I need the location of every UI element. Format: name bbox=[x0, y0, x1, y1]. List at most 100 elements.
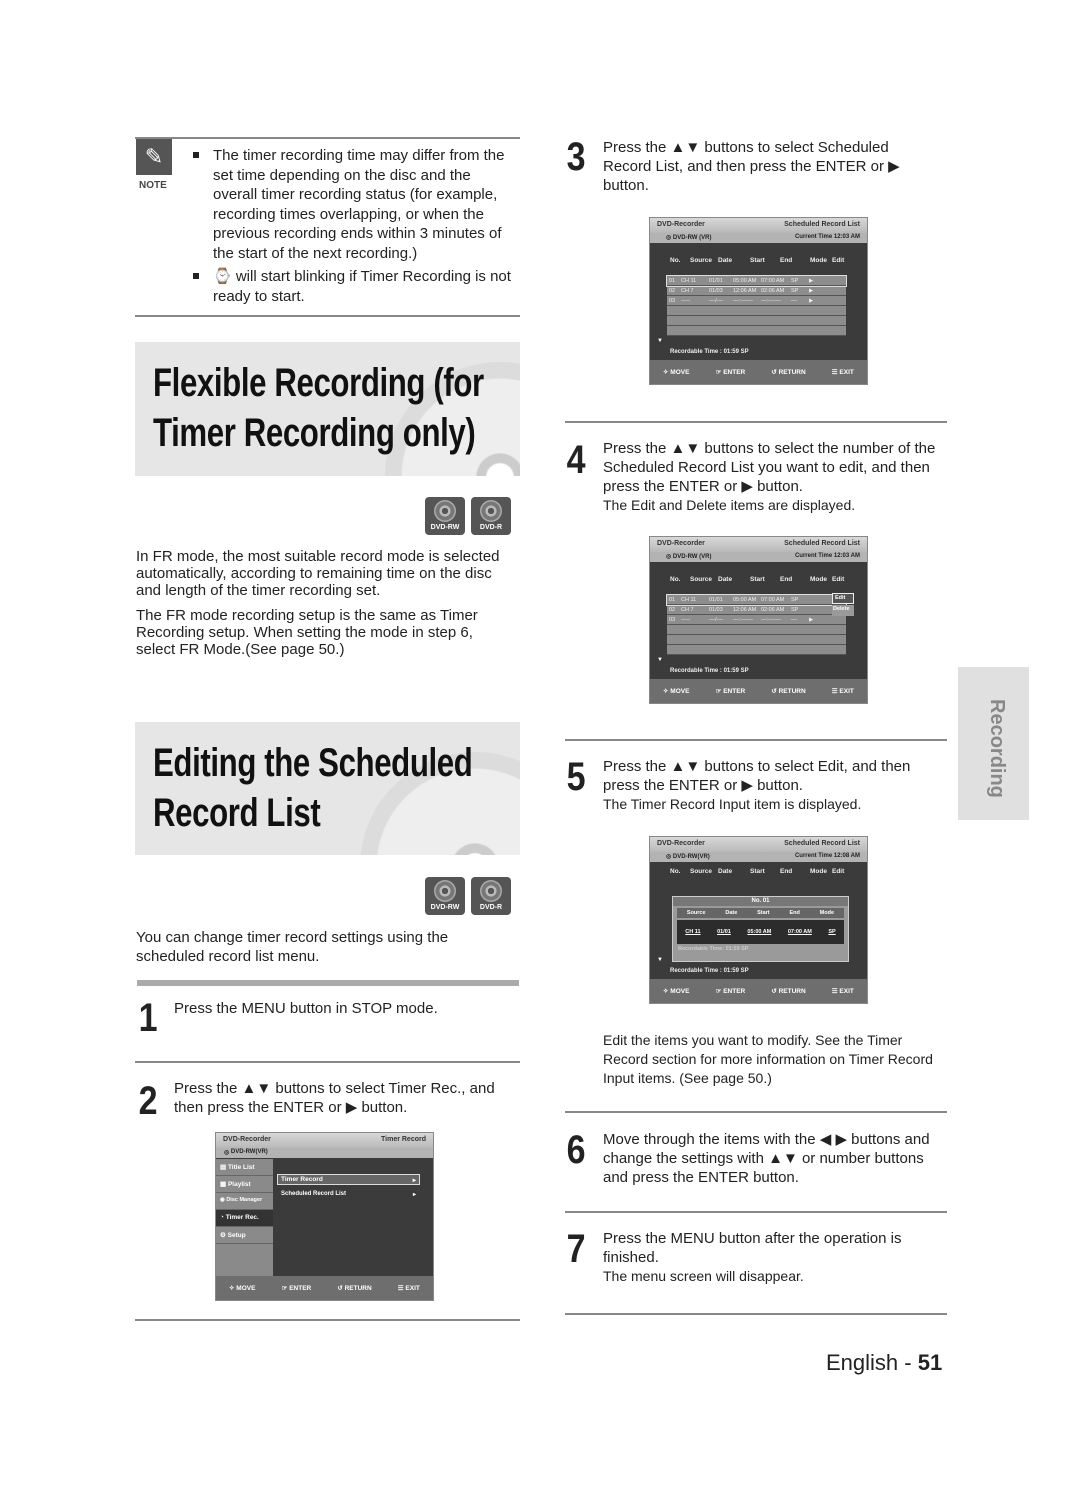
cell: ––– bbox=[681, 616, 691, 623]
table-row[interactable]: 02 CH 7 01/03 12:06 AM 02:06 AM SP ▶ bbox=[667, 286, 846, 296]
bullet bbox=[193, 273, 199, 279]
table-row[interactable]: 02 CH 7 01/03 12:06 AM 02:06 AM SP bbox=[667, 605, 846, 615]
table-row[interactable]: 03 ––– ––/–– ––:–––– ––:–––– –– ▶ bbox=[667, 615, 846, 625]
footer-hint: ☰ EXIT bbox=[831, 369, 854, 376]
disc-icon: ◎ bbox=[666, 554, 673, 560]
column-header: No. bbox=[670, 576, 681, 583]
disc-icon: ◎ bbox=[224, 1150, 231, 1156]
disc-type: DVD-RW (VR) bbox=[672, 235, 712, 241]
cell: ––– bbox=[681, 297, 691, 304]
step-number: 4 bbox=[566, 438, 586, 482]
sidebar-item-timer-rec[interactable]: ◔ Timer Rec. bbox=[216, 1210, 273, 1227]
footer-hint: ☰ EXIT bbox=[831, 688, 854, 695]
fr-mode-paragraph: In FR mode, the most suitable record mod… bbox=[136, 548, 500, 599]
date-field[interactable]: 01/01 bbox=[717, 929, 731, 935]
popup-edit[interactable]: Edit bbox=[832, 593, 854, 604]
sidebar-item-setup[interactable]: ⚙ Setup bbox=[216, 1227, 273, 1244]
cell: ––:–––– bbox=[761, 616, 781, 623]
step-4-subtext: The Edit and Delete items are displayed. bbox=[603, 497, 856, 513]
source-field[interactable]: CH 11 bbox=[685, 929, 700, 935]
input-panel: No. 01 Source Date Start End Mode CH 11 01/01… bbox=[672, 896, 849, 962]
page-number: 51 bbox=[917, 1350, 943, 1375]
scroll-down-icon[interactable]: ▼ bbox=[657, 338, 663, 344]
osd-menu-screen: DVD-Recorder Timer Record ◎ DVD-RW(VR) ▤ … bbox=[215, 1132, 434, 1301]
cell: ▶ bbox=[809, 287, 814, 294]
cell: 03 bbox=[669, 616, 676, 623]
footer-hint: ✧ MOVE bbox=[663, 688, 690, 695]
table-row[interactable] bbox=[667, 625, 846, 635]
step-number: 7 bbox=[566, 1227, 586, 1271]
mode-field[interactable]: SP bbox=[828, 929, 835, 935]
footer-hint: ✧ MOVE bbox=[663, 369, 690, 376]
column-headers: No. Source Date Start End Mode Edit bbox=[650, 562, 867, 583]
table-row[interactable] bbox=[667, 306, 846, 316]
section-tab-recording: Recording bbox=[958, 667, 1029, 820]
column-headers: No. Source Date Start End Mode Edit bbox=[670, 868, 845, 875]
table-row[interactable]: 03 ––– ––/–– ––:–––– ––:–––– –– ▶ bbox=[667, 296, 846, 306]
footer-hint: ☞ ENTER bbox=[715, 688, 746, 695]
cell: 02 bbox=[669, 606, 676, 613]
scroll-down-icon[interactable]: ▼ bbox=[657, 657, 663, 663]
table-row[interactable] bbox=[667, 645, 846, 655]
column-header: Edit bbox=[832, 576, 845, 583]
cell: 02 bbox=[669, 287, 676, 294]
sidebar-item-disc-manager[interactable]: ◉ Disc Manager bbox=[216, 1193, 273, 1210]
divider bbox=[565, 739, 947, 741]
column-header: Date bbox=[718, 257, 733, 264]
language-label: English - bbox=[826, 1350, 918, 1375]
dvd-rw-badge: DVD-RW bbox=[425, 877, 465, 915]
step-number: 1 bbox=[138, 996, 158, 1040]
divider bbox=[565, 1211, 947, 1213]
table-row[interactable] bbox=[667, 326, 846, 336]
cell: ––/–– bbox=[709, 297, 723, 304]
cell: SP bbox=[791, 287, 799, 294]
sidebar-item-playlist[interactable]: ▦ Playlist bbox=[216, 1176, 273, 1193]
table-row[interactable] bbox=[667, 316, 846, 326]
osd-footer: ✧ MOVE ☞ ENTER ↺ RETURN ☰ EXIT bbox=[216, 1276, 433, 1300]
divider bbox=[565, 421, 947, 423]
fr-setup-paragraph: The FR mode recording setup is the same … bbox=[136, 607, 478, 658]
menu-item-timer-record[interactable]: Timer Record ▸ bbox=[277, 1174, 420, 1185]
table-row[interactable]: 01 CH 11 01/01 05:00 AM 07:00 AM SP ▶ bbox=[666, 275, 847, 287]
dvd-r-badge: DVD-R bbox=[471, 497, 511, 535]
cell: 01/03 bbox=[709, 606, 723, 613]
column-header: Source bbox=[690, 576, 713, 583]
cell: SP bbox=[791, 277, 799, 284]
cell: 12:06 AM bbox=[733, 606, 757, 613]
menu-item-scheduled-record-list[interactable]: Scheduled Record List ▸ bbox=[277, 1190, 420, 1199]
start-field[interactable]: 05:00 AM bbox=[747, 929, 771, 935]
popup-delete[interactable]: Delete bbox=[832, 605, 854, 616]
divider bbox=[135, 315, 520, 317]
column-header: End bbox=[780, 257, 793, 264]
step-number: 6 bbox=[566, 1128, 586, 1172]
sidebar-item-title-list[interactable]: ▤ Title List bbox=[216, 1159, 273, 1176]
step-number: 2 bbox=[138, 1079, 158, 1123]
section-title: Editing the Scheduled Record List bbox=[153, 741, 473, 835]
recordable-time: Recordable Time : 01:59 SP bbox=[670, 349, 749, 355]
column-header: Mode bbox=[810, 257, 827, 264]
divider bbox=[135, 1061, 520, 1063]
screen-title: Timer Record bbox=[381, 1136, 426, 1143]
footer-hint: ↺ RETURN bbox=[771, 369, 806, 376]
note-label: NOTE bbox=[139, 180, 167, 191]
screen-brand: DVD-Recorder bbox=[223, 1136, 271, 1143]
cell: 01/01 bbox=[709, 277, 723, 284]
step-7-text: Press the MENU button after the operatio… bbox=[603, 1230, 902, 1266]
screen-title: Scheduled Record List bbox=[784, 221, 860, 228]
divider bbox=[135, 1319, 520, 1321]
cell: –– bbox=[791, 616, 798, 623]
section-title: Flexible Recording (for Timer Recording o… bbox=[153, 361, 484, 455]
table-row[interactable] bbox=[667, 635, 846, 645]
column-header: Start bbox=[750, 257, 765, 264]
table-row[interactable]: 01 CH 11 01/01 05:00 AM 07:00 AM SP bbox=[666, 594, 847, 606]
intro-paragraph: You can change timer record settings usi… bbox=[136, 929, 449, 966]
screen-brand: DVD-Recorder bbox=[657, 221, 705, 228]
end-field[interactable]: 07:00 AM bbox=[788, 929, 812, 935]
column-header: Date bbox=[718, 576, 733, 583]
cell: ––:–––– bbox=[733, 297, 753, 304]
note-text-1: The timer recording time may differ from… bbox=[213, 147, 505, 262]
cell: 05:00 AM bbox=[733, 596, 757, 603]
step-1-text: Press the MENU button in STOP mode. bbox=[174, 1000, 438, 1017]
cell: 05:00 AM bbox=[733, 277, 757, 284]
cell: ––/–– bbox=[709, 616, 723, 623]
